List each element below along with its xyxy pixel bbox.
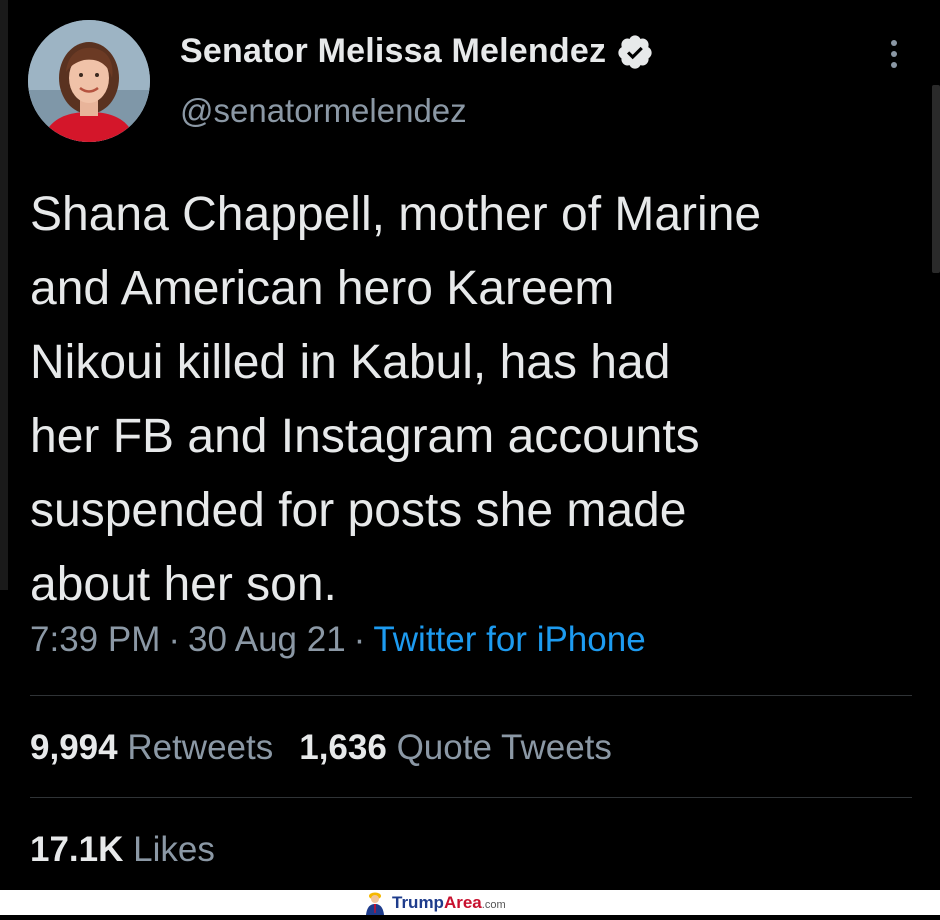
quote-tweets-stat[interactable]: 1,636 Quote Tweets: [299, 728, 612, 767]
likes-stat[interactable]: 17.1K Likes: [30, 830, 215, 869]
likes-row: 17.1K Likes: [30, 830, 215, 870]
more-vertical-icon[interactable]: [882, 40, 906, 74]
engagement-row: 9,994 Retweets 1,636 Quote Tweets: [30, 728, 612, 768]
divider: [30, 797, 912, 798]
verified-badge-icon: [616, 33, 654, 71]
likes-label: Likes: [133, 830, 215, 869]
retweets-stat[interactable]: 9,994 Retweets: [30, 728, 273, 767]
likes-count: 17.1K: [30, 830, 124, 869]
watermark-part3: .com: [481, 899, 506, 911]
quote-tweets-label: Quote Tweets: [396, 728, 612, 767]
avatar[interactable]: [28, 20, 150, 142]
divider: [30, 695, 912, 696]
quote-tweets-count: 1,636: [299, 728, 387, 767]
tweet-detail: Senator Melissa Melendez @senatormelende…: [0, 0, 940, 890]
author-handle[interactable]: @senatormelendez: [180, 92, 467, 130]
watermark-part1: Trump: [392, 893, 444, 912]
retweets-count: 9,994: [30, 728, 118, 767]
watermark-part2: Area: [443, 893, 482, 912]
retweets-label: Retweets: [127, 728, 274, 767]
left-panel-edge: [0, 0, 8, 590]
tweet-meta: 7:39 PM · 30 Aug 21 · Twitter for iPhone: [30, 620, 646, 659]
tweet-text: Shana Chappell, mother of Marine and Ame…: [30, 188, 762, 611]
watermark: Trump Area .com: [362, 891, 506, 915]
author-name-row[interactable]: Senator Melissa Melendez: [180, 32, 654, 71]
trump-figure-icon: [362, 891, 388, 915]
tweet-time[interactable]: 7:39 PM: [30, 620, 160, 659]
author-display-name[interactable]: Senator Melissa Melendez: [180, 32, 606, 71]
scrollbar[interactable]: [932, 85, 940, 273]
tweet-source-link[interactable]: Twitter for iPhone: [373, 620, 645, 659]
tweet-date[interactable]: 30 Aug 21: [188, 620, 346, 659]
